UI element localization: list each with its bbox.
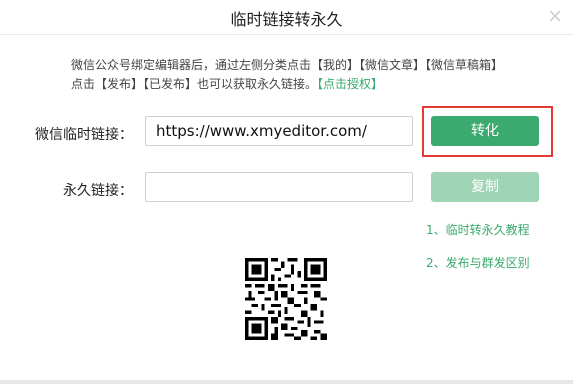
authorize-link[interactable]: 【点击授权】 [317,77,383,91]
instruction-line-1: 微信公众号绑定编辑器后，通过左侧分类点击【我的】【微信文章】【微信草稿箱】 [71,58,504,72]
copy-button[interactable]: 复制 [431,172,539,202]
convert-button-highlight [422,106,553,157]
instruction-line-2: 点击【发布】【已发布】也可以获取永久链接。【点击授权】 [71,75,521,94]
instruction-line-2-text: 点击【发布】【已发布】也可以获取永久链接。 [71,77,318,91]
temp-link-input[interactable]: https://www.xmyeditor.com/ [145,116,413,146]
bottom-edge [0,380,573,384]
convert-link-dialog: 临时链接转永久 微信公众号绑定编辑器后，通过左侧分类点击【我的】【微信文章】【微… [0,0,573,384]
publish-difference-link[interactable]: 2、发布与群发区别 [426,254,530,271]
dialog-title-bar: 临时链接转永久 [0,0,573,35]
qr-code-image [245,258,327,340]
permanent-link-label: 永久链接： [63,183,133,199]
temp-link-label: 微信临时链接： [35,127,133,143]
permanent-link-input[interactable] [145,172,413,202]
tutorial-link[interactable]: 1、临时转永久教程 [426,221,530,238]
close-icon[interactable] [547,8,563,24]
instruction-text: 微信公众号绑定编辑器后，通过左侧分类点击【我的】【微信文章】【微信草稿箱】 点击… [71,56,521,94]
dialog-title: 临时链接转永久 [230,10,343,29]
